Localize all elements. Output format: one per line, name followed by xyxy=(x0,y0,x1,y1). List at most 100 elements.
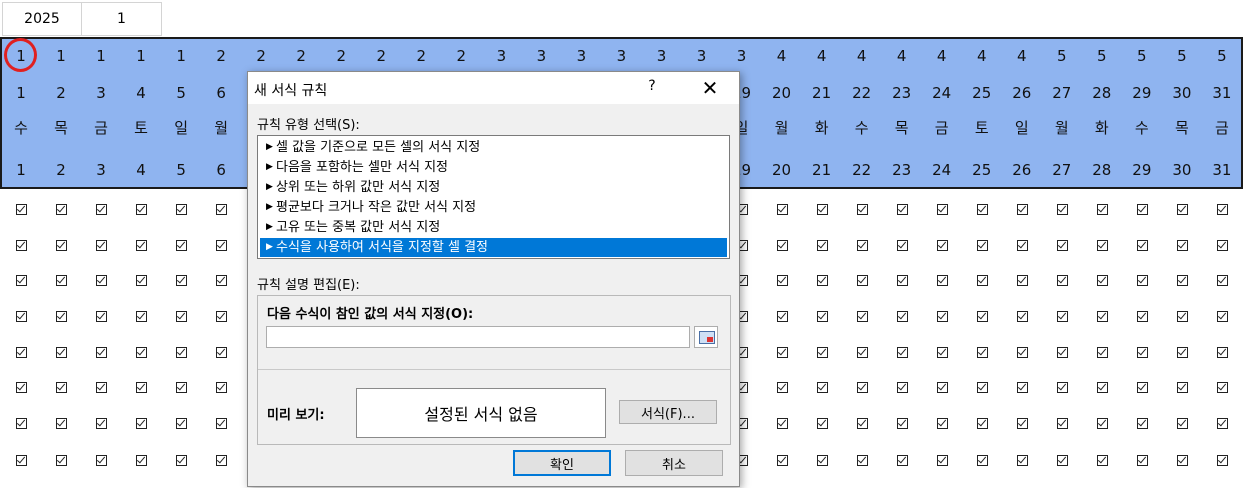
checkbox-icon[interactable] xyxy=(976,347,988,358)
checkbox-icon[interactable] xyxy=(56,418,68,429)
checkbox-icon[interactable] xyxy=(216,347,228,358)
checkbox-icon[interactable] xyxy=(16,347,27,358)
checkbox-icon[interactable] xyxy=(96,382,108,393)
checkbox-icon[interactable] xyxy=(1136,311,1148,322)
grid-cell[interactable]: 화 xyxy=(1082,119,1122,137)
checkbox-icon[interactable] xyxy=(896,455,908,466)
rule-type-item[interactable]: ▶ 다음을 포함하는 셀만 서식 지정 xyxy=(260,158,727,177)
checkbox-icon[interactable] xyxy=(896,240,908,251)
checkbox-icon[interactable] xyxy=(16,418,27,429)
checkbox-icon[interactable] xyxy=(96,240,108,251)
grid-cell[interactable]: 2 xyxy=(441,47,481,65)
checkbox-icon[interactable] xyxy=(56,275,68,286)
grid-cell[interactable]: 22 xyxy=(842,84,882,102)
grid-cell[interactable]: 4 xyxy=(802,47,842,65)
grid-cell[interactable]: 2 xyxy=(401,47,441,65)
year-cell[interactable]: 2025 xyxy=(2,2,82,36)
grid-cell[interactable]: 30 xyxy=(1162,161,1202,179)
checkbox-icon[interactable] xyxy=(856,275,868,286)
checkbox-icon[interactable] xyxy=(1176,204,1188,215)
checkbox-icon[interactable] xyxy=(216,418,228,429)
checkbox-icon[interactable] xyxy=(936,347,948,358)
checkbox-icon[interactable] xyxy=(856,240,868,251)
checkbox-icon[interactable] xyxy=(936,418,948,429)
checkbox-icon[interactable] xyxy=(856,204,868,215)
checkbox-icon[interactable] xyxy=(1056,455,1068,466)
checkbox-icon[interactable] xyxy=(896,347,908,358)
checkbox-icon[interactable] xyxy=(1016,382,1028,393)
month-cell[interactable]: 1 xyxy=(81,2,162,36)
checkbox-icon[interactable] xyxy=(96,311,108,322)
grid-cell[interactable]: 22 xyxy=(842,161,882,179)
grid-cell[interactable]: 4 xyxy=(121,161,161,179)
checkbox-icon[interactable] xyxy=(136,382,148,393)
cancel-button[interactable]: 취소 xyxy=(625,450,723,476)
checkbox-icon[interactable] xyxy=(1056,275,1068,286)
checkbox-icon[interactable] xyxy=(1056,311,1068,322)
dialog-titlebar[interactable]: 새 서식 규칙 ? ✕ xyxy=(248,72,739,104)
grid-cell[interactable]: 20 xyxy=(762,161,802,179)
checkbox-icon[interactable] xyxy=(856,455,868,466)
grid-cell[interactable]: 29 xyxy=(1122,84,1162,102)
checkbox-icon[interactable] xyxy=(1176,418,1188,429)
grid-cell[interactable]: 21 xyxy=(802,84,842,102)
grid-cell[interactable]: 금 xyxy=(922,119,962,137)
checkbox-icon[interactable] xyxy=(216,275,228,286)
grid-cell[interactable]: 4 xyxy=(962,47,1002,65)
checkbox-icon[interactable] xyxy=(1016,311,1028,322)
grid-cell[interactable]: 2 xyxy=(201,47,241,65)
checkbox-icon[interactable] xyxy=(856,347,868,358)
grid-cell[interactable]: 3 xyxy=(601,47,641,65)
grid-cell[interactable]: 28 xyxy=(1082,84,1122,102)
checkbox-icon[interactable] xyxy=(1136,347,1148,358)
rule-type-item[interactable]: ▶ 셀 값을 기준으로 모든 셀의 서식 지정 xyxy=(260,138,727,157)
grid-cell[interactable]: 2 xyxy=(41,161,81,179)
checkbox-icon[interactable] xyxy=(816,240,828,251)
grid-cell[interactable]: 3 xyxy=(81,161,121,179)
grid-cell[interactable]: 6 xyxy=(201,161,241,179)
checkbox-icon[interactable] xyxy=(816,347,828,358)
grid-cell[interactable]: 2 xyxy=(41,84,81,102)
checkbox-icon[interactable] xyxy=(1096,382,1108,393)
checkbox-icon[interactable] xyxy=(1136,382,1148,393)
checkbox-icon[interactable] xyxy=(56,311,68,322)
checkbox-icon[interactable] xyxy=(1016,275,1028,286)
checkbox-icon[interactable] xyxy=(936,455,948,466)
checkbox-icon[interactable] xyxy=(16,455,27,466)
checkbox-icon[interactable] xyxy=(1096,455,1108,466)
checkbox-icon[interactable] xyxy=(776,275,788,286)
checkbox-icon[interactable] xyxy=(856,311,868,322)
checkbox-icon[interactable] xyxy=(936,275,948,286)
checkbox-icon[interactable] xyxy=(1136,418,1148,429)
grid-cell[interactable]: 목 xyxy=(41,119,81,137)
grid-cell[interactable]: 27 xyxy=(1042,84,1082,102)
grid-cell[interactable]: 25 xyxy=(962,161,1002,179)
checkbox-icon[interactable] xyxy=(1056,418,1068,429)
grid-cell[interactable]: 목 xyxy=(882,119,922,137)
grid-cell[interactable]: 월 xyxy=(762,119,802,137)
checkbox-icon[interactable] xyxy=(1016,240,1028,251)
checkbox-icon[interactable] xyxy=(56,455,68,466)
rule-type-list[interactable]: ▶ 셀 값을 기준으로 모든 셀의 서식 지정 ▶ 다음을 포함하는 셀만 서식 지… xyxy=(257,135,730,259)
grid-cell[interactable]: 1 xyxy=(1,161,41,179)
checkbox-icon[interactable] xyxy=(1176,240,1188,251)
checkbox-icon[interactable] xyxy=(96,204,108,215)
checkbox-icon[interactable] xyxy=(56,347,68,358)
grid-cell[interactable]: 5 xyxy=(1202,47,1242,65)
checkbox-icon[interactable] xyxy=(936,204,948,215)
checkbox-icon[interactable] xyxy=(976,240,988,251)
help-button[interactable]: ? xyxy=(646,78,658,96)
checkbox-icon[interactable] xyxy=(96,347,108,358)
checkbox-icon[interactable] xyxy=(136,204,148,215)
checkbox-icon[interactable] xyxy=(16,204,27,215)
checkbox-icon[interactable] xyxy=(896,204,908,215)
checkbox-icon[interactable] xyxy=(1016,455,1028,466)
rule-type-item[interactable]: ▶ 상위 또는 하위 값만 서식 지정 xyxy=(260,178,727,197)
grid-cell[interactable]: 월 xyxy=(201,119,241,137)
checkbox-icon[interactable] xyxy=(776,455,788,466)
checkbox-icon[interactable] xyxy=(856,382,868,393)
grid-cell[interactable]: 1 xyxy=(41,47,81,65)
checkbox-icon[interactable] xyxy=(56,382,68,393)
format-button[interactable]: 서식(F)... xyxy=(619,400,717,424)
grid-cell[interactable]: 3 xyxy=(722,47,762,65)
